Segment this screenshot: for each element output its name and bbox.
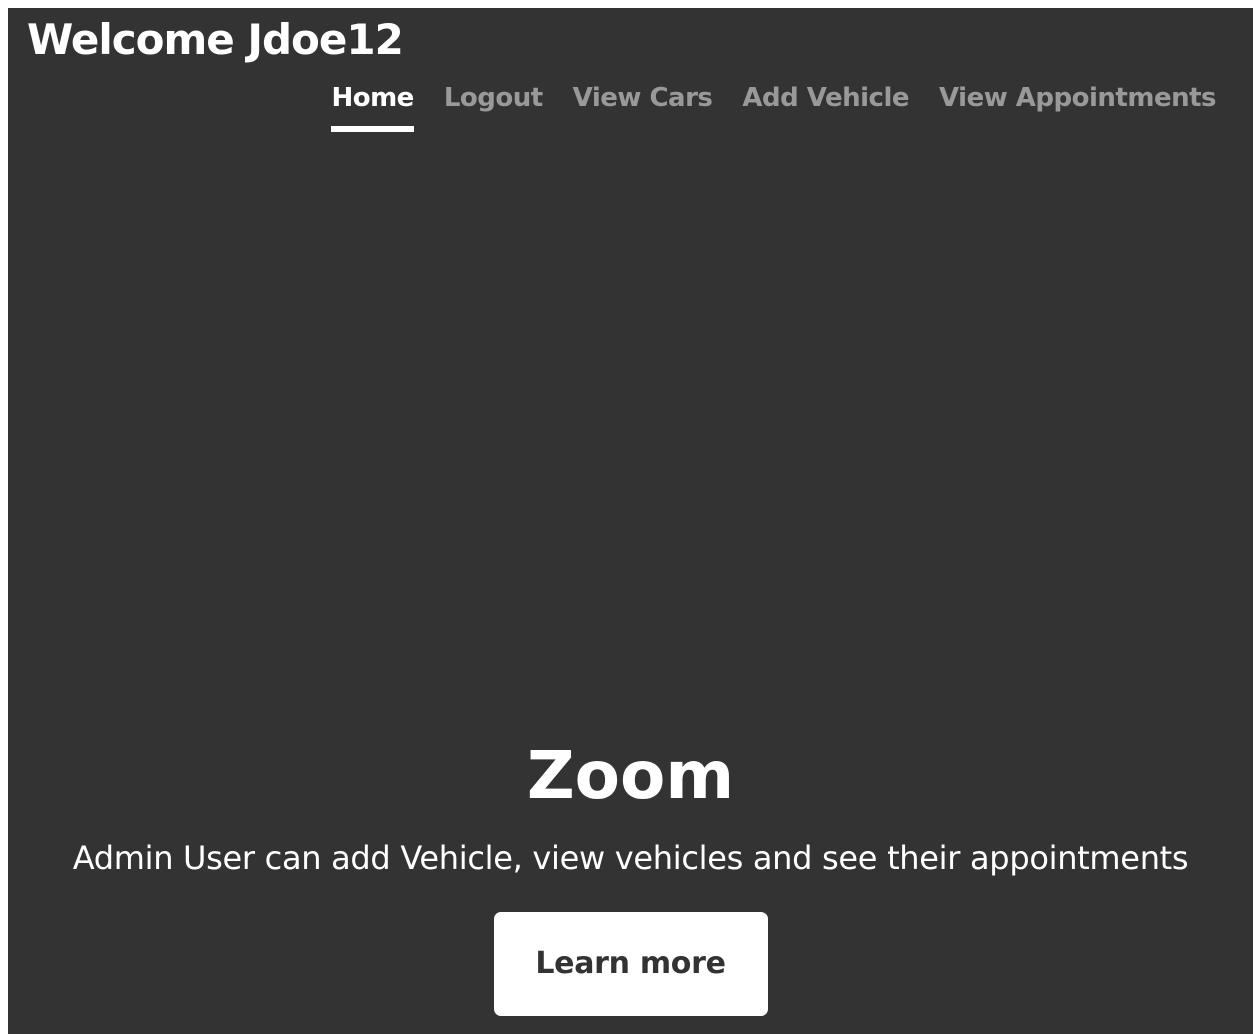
nav-link-view-cars[interactable]: View Cars bbox=[573, 82, 713, 132]
brand-title[interactable]: Welcome Jdoe12 bbox=[27, 14, 404, 66]
hero-subtitle: Admin User can add Vehicle, view vehicle… bbox=[72, 839, 1189, 877]
nav-link-add-vehicle[interactable]: Add Vehicle bbox=[742, 82, 909, 132]
page-container: Welcome Jdoe12 Home Logout View Cars Add… bbox=[8, 8, 1253, 1034]
nav-link-logout[interactable]: Logout bbox=[444, 82, 543, 132]
main-nav: Home Logout View Cars Add Vehicle View A… bbox=[331, 82, 1216, 132]
learn-more-button[interactable]: Learn more bbox=[493, 912, 768, 1016]
nav-link-home[interactable]: Home bbox=[331, 82, 414, 132]
hero-title: Zoom bbox=[526, 737, 735, 814]
hero-section: Zoom Admin User can add Vehicle, view ve… bbox=[8, 736, 1253, 1016]
nav-link-view-appointments[interactable]: View Appointments bbox=[939, 82, 1216, 132]
